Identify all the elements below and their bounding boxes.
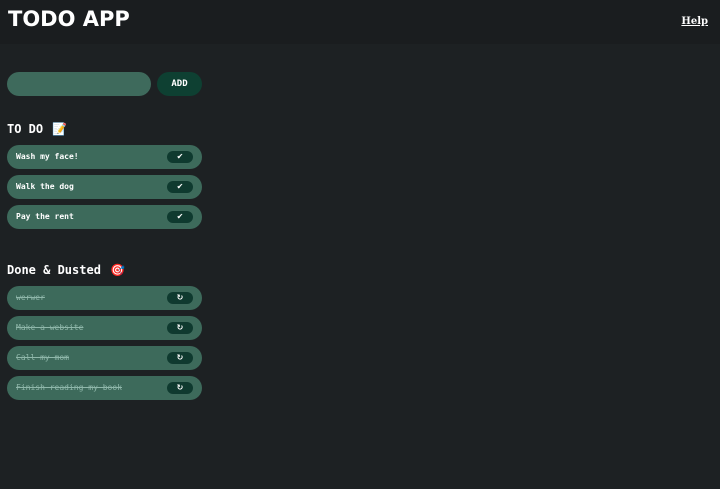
todo-item: Pay the rent ✔: [7, 205, 202, 229]
done-item: werwer ↻: [7, 286, 202, 310]
checkmark-icon: ✔: [176, 182, 184, 191]
undo-icon: ↻: [176, 323, 184, 332]
done-item-label: Make a website: [16, 323, 84, 332]
todo-heading: TO DO 📝: [7, 122, 67, 136]
todo-item: Wash my face! ✔: [7, 145, 202, 169]
done-item: Finish reading my book ↻: [7, 376, 202, 400]
help-link[interactable]: Help: [681, 16, 708, 27]
done-heading-label: Done & Dusted: [7, 263, 101, 277]
done-heading: Done & Dusted 🎯: [7, 263, 125, 277]
new-todo-input[interactable]: [7, 72, 151, 96]
todo-item-label: Pay the rent: [16, 212, 74, 221]
undo-icon: ↻: [176, 353, 184, 362]
undo-button[interactable]: ↻: [167, 382, 193, 394]
todo-item-label: Walk the dog: [16, 182, 74, 191]
done-item-label: werwer: [16, 293, 45, 302]
complete-button[interactable]: ✔: [167, 211, 193, 223]
done-item-label: Call my mom: [16, 353, 69, 362]
top-bar: TODO APP Help: [0, 0, 720, 44]
todo-list: Wash my face! ✔ Walk the dog ✔ Pay the r…: [7, 145, 202, 235]
target-icon: 🎯: [110, 263, 126, 277]
checkmark-icon: ✔: [176, 212, 184, 221]
done-item: Make a website ↻: [7, 316, 202, 340]
memo-icon: 📝: [52, 122, 68, 136]
undo-icon: ↻: [176, 383, 184, 392]
done-item: Call my mom ↻: [7, 346, 202, 370]
complete-button[interactable]: ✔: [167, 151, 193, 163]
done-list: werwer ↻ Make a website ↻ Call my mom ↻ …: [7, 286, 202, 406]
undo-icon: ↻: [176, 293, 184, 302]
app-title: TODO APP: [8, 7, 130, 31]
undo-button[interactable]: ↻: [167, 352, 193, 364]
done-item-label: Finish reading my book: [16, 383, 122, 392]
add-button[interactable]: ADD: [157, 72, 202, 96]
checkmark-icon: ✔: [176, 152, 184, 161]
todo-heading-label: TO DO: [7, 122, 44, 136]
undo-button[interactable]: ↻: [167, 322, 193, 334]
todo-item: Walk the dog ✔: [7, 175, 202, 199]
complete-button[interactable]: ✔: [167, 181, 193, 193]
undo-button[interactable]: ↻: [167, 292, 193, 304]
todo-item-label: Wash my face!: [16, 152, 79, 161]
